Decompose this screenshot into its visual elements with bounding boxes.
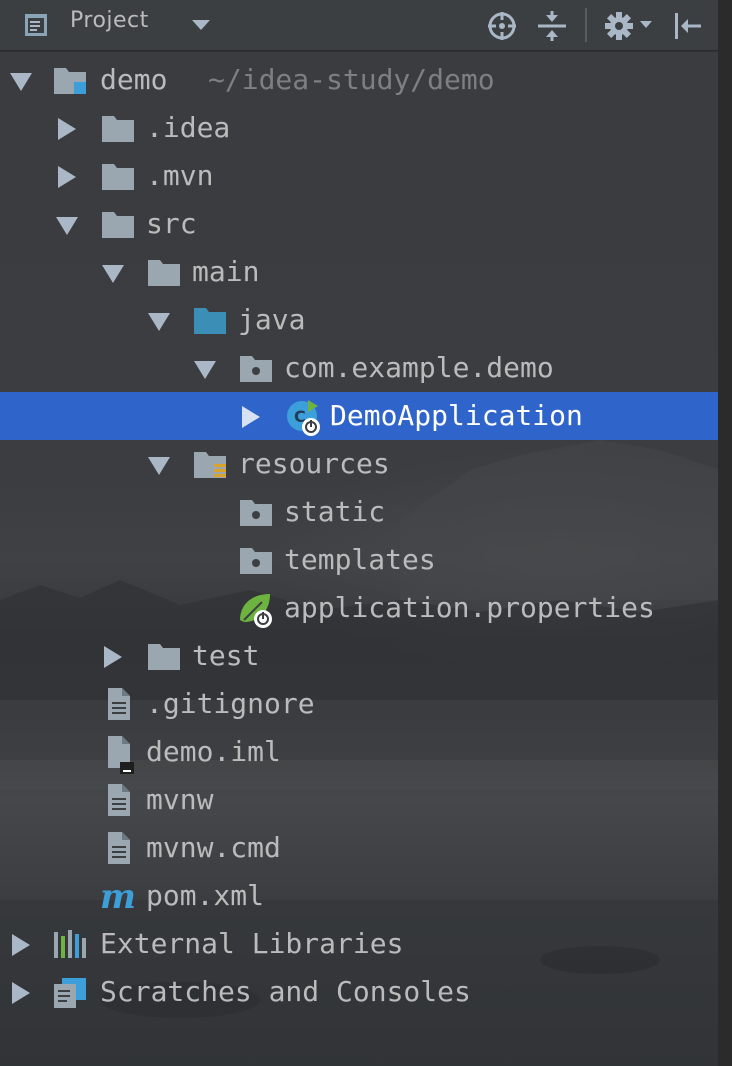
chevron-down-icon[interactable] [148, 457, 170, 475]
folder-icon [146, 638, 182, 674]
tree-item-label: com.example.demo [284, 351, 554, 384]
tree-item-label: main [192, 255, 260, 288]
spring-leaf-icon [236, 590, 272, 628]
tree-item-scratches-and-consoles[interactable]: Scratches and Consoles [0, 968, 718, 1016]
tree-item-label: templates [284, 543, 436, 576]
toolbar-title[interactable]: Project [70, 8, 149, 33]
tree-item-label: .mvn [146, 159, 214, 192]
package-icon [238, 350, 274, 386]
tree-item-label: .gitignore [146, 687, 315, 720]
tree-item-gitignore[interactable]: .gitignore [0, 680, 718, 728]
chevron-down-icon[interactable] [102, 265, 124, 283]
panel-border [718, 0, 732, 1066]
tree-item-label: java [238, 303, 306, 336]
chevron-down-icon[interactable] [194, 361, 216, 379]
tree-item-label: mvnw [146, 783, 214, 816]
tree-item-src[interactable]: src [0, 200, 718, 248]
toolbar-separator [585, 8, 587, 42]
tree-item-label: mvnw.cmd [146, 831, 281, 864]
tree-item-templates[interactable]: templates [0, 536, 718, 584]
tree-item-mvnw-cmd[interactable]: mvnw.cmd [0, 824, 718, 872]
tree-item-label: demo [100, 63, 168, 96]
collapse-all-icon[interactable] [536, 10, 568, 42]
project-view-icon[interactable] [22, 10, 52, 40]
libraries-icon [52, 926, 88, 962]
hide-panel-icon[interactable] [672, 10, 704, 42]
locate-icon[interactable] [486, 10, 518, 42]
tree-item-demo[interactable]: demo ~/idea-study/demo [0, 56, 718, 104]
tree-item-demo-iml[interactable]: demo.iml [0, 728, 718, 776]
package-icon [238, 542, 274, 578]
svg-text:m: m [100, 878, 136, 914]
tree-item-path: ~/idea-study/demo [208, 63, 495, 96]
tree-item-static[interactable]: static [0, 488, 718, 536]
text-file-icon [102, 782, 138, 818]
gear-dropdown-arrow-icon[interactable] [640, 21, 652, 28]
tree-item-label: resources [238, 447, 390, 480]
folder-icon [100, 110, 136, 146]
chevron-down-icon[interactable] [56, 217, 78, 235]
module-file-icon [102, 734, 138, 774]
chevron-right-icon[interactable] [12, 934, 30, 956]
tree-item-label: demo.iml [146, 735, 281, 768]
tree-item-resources[interactable]: resources [0, 440, 718, 488]
tree-item-idea[interactable]: .idea [0, 104, 718, 152]
tree-item-test[interactable]: test [0, 632, 718, 680]
chevron-right-icon[interactable] [12, 982, 30, 1004]
tree-item-application-properties[interactable]: application.properties [0, 584, 718, 632]
tree-item-label: .idea [146, 111, 231, 144]
folder-icon [100, 206, 136, 242]
source-folder-icon [192, 302, 228, 338]
spring-boot-class-icon: C [284, 398, 320, 436]
chevron-right-icon[interactable] [242, 406, 260, 428]
tree-item-demo-application[interactable]: C DemoApplication [0, 392, 718, 440]
chevron-down-icon[interactable] [10, 73, 32, 91]
tree-item-label: DemoApplication [330, 399, 583, 432]
tree-item-label: pom.xml [146, 879, 265, 912]
tree-item-label: External Libraries [100, 927, 404, 960]
chevron-down-icon[interactable] [148, 313, 170, 331]
tree-item-label: static [284, 495, 386, 528]
module-folder-icon [52, 62, 88, 98]
tree-item-external-libraries[interactable]: External Libraries [0, 920, 718, 968]
folder-icon [146, 254, 182, 290]
tree-item-label: application.properties [284, 591, 655, 624]
gear-icon[interactable] [603, 10, 635, 42]
package-icon [238, 494, 274, 530]
tree-item-mvnw[interactable]: mvnw [0, 776, 718, 824]
tree-item-pom-xml[interactable]: m pom.xml [0, 872, 718, 920]
scratches-icon [52, 974, 88, 1010]
project-toolbar: Project [0, 0, 718, 51]
resources-folder-icon [192, 446, 228, 482]
tree-item-label: Scratches and Consoles [100, 975, 471, 1008]
tree-item-label: src [146, 207, 197, 240]
tree-item-mvn[interactable]: .mvn [0, 152, 718, 200]
chevron-right-icon[interactable] [58, 118, 76, 140]
dropdown-arrow-icon[interactable] [192, 20, 210, 30]
chevron-right-icon[interactable] [58, 166, 76, 188]
text-file-icon [102, 830, 138, 866]
tree-item-package[interactable]: com.example.demo [0, 344, 718, 392]
tree-item-label: test [192, 639, 260, 672]
tree-item-main[interactable]: main [0, 248, 718, 296]
folder-icon [100, 158, 136, 194]
maven-icon: m [98, 877, 136, 917]
tree-item-java[interactable]: java [0, 296, 718, 344]
chevron-right-icon[interactable] [104, 646, 122, 668]
text-file-icon [102, 686, 138, 722]
